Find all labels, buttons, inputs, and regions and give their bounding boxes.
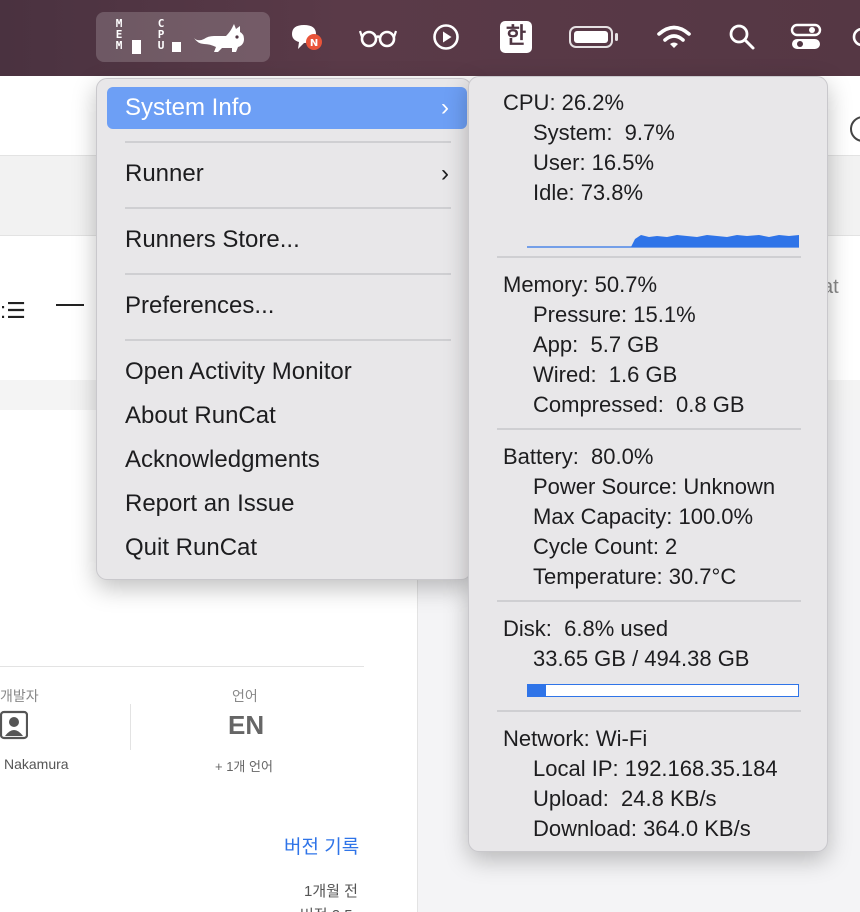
menu-item-quit-runcat[interactable]: Quit RunCat xyxy=(107,527,467,569)
language-value: EN xyxy=(228,710,265,740)
menu-separator xyxy=(125,141,451,143)
list-view-icon[interactable]: :☰ xyxy=(0,298,26,324)
version-history-link[interactable]: 버전 기록 xyxy=(284,832,359,859)
play-icon[interactable] xyxy=(424,12,468,62)
menu-item-system-info[interactable]: System Info › xyxy=(107,87,467,129)
system-info-submenu: CPU: 26.2% System: 9.7% User: 16.5% Idle… xyxy=(468,76,828,852)
menu-bar: MEM CPU N 한 xyxy=(0,0,860,76)
language-more: + 1개 언어 xyxy=(215,759,273,774)
menu-item-label: Report an Issue xyxy=(125,490,295,517)
cpu-title: CPU: 26.2% xyxy=(503,90,625,115)
mem-bar xyxy=(132,40,141,54)
control-center-icon[interactable] xyxy=(784,12,828,62)
cpu-idle: Idle: 73.8% xyxy=(533,180,644,205)
battery-temperature: Temperature: 30.7°C xyxy=(533,564,737,589)
battery-icon[interactable] xyxy=(566,12,622,62)
siri-icon-partial[interactable] xyxy=(846,12,860,62)
developer-icon xyxy=(0,710,28,740)
network-title: Network: Wi-Fi xyxy=(503,726,648,751)
runcat-status-item[interactable]: MEM CPU xyxy=(96,12,270,62)
battery-power-source: Power Source: Unknown xyxy=(533,474,776,499)
card-divider xyxy=(0,666,364,667)
korean-input-icon[interactable]: 한 xyxy=(496,12,536,62)
cpu-label-text: CPU xyxy=(157,17,165,52)
cpu-usage-graph xyxy=(527,235,799,248)
disk-usage-bar xyxy=(527,684,799,697)
battery-title: Battery: 80.0% xyxy=(503,444,654,469)
network-download: Download: 364.0 KB/s xyxy=(533,816,751,841)
menu-item-label: Acknowledgments xyxy=(125,446,320,473)
info-divider xyxy=(130,704,131,750)
menu-item-label: System Info xyxy=(125,94,252,121)
chevron-right-icon: › xyxy=(441,94,449,121)
developer-name[interactable]: Nakamura xyxy=(4,756,69,772)
network-local-ip: Local IP: 192.168.35.184 xyxy=(533,756,778,781)
input-source-label: 한 xyxy=(500,21,532,53)
runcat-menu: System Info › Runner › Runners Store... … xyxy=(96,78,472,580)
menu-item-label: Open Activity Monitor xyxy=(125,358,352,385)
svg-text:N: N xyxy=(310,38,318,49)
menu-item-preferences[interactable]: Preferences... xyxy=(107,285,467,327)
battery-cycle-count: Cycle Count: 2 xyxy=(533,534,678,559)
menu-item-label: Preferences... xyxy=(125,292,275,319)
cat-icon xyxy=(194,24,244,52)
minus-icon[interactable] xyxy=(56,304,84,306)
section-separator xyxy=(497,600,801,602)
menu-item-acknowledgments[interactable]: Acknowledgments xyxy=(107,439,467,481)
menu-item-label: Runners Store... xyxy=(125,226,300,253)
menu-item-open-activity-monitor[interactable]: Open Activity Monitor xyxy=(107,351,467,393)
truncated-version: 버전 2.5 xyxy=(300,904,353,912)
menu-item-label: About RunCat xyxy=(125,402,276,429)
menu-item-label: Runner xyxy=(125,160,204,187)
memory-wired: Wired: 1.6 GB xyxy=(533,362,678,387)
language-label: 언어 xyxy=(232,688,258,704)
cpu-bar xyxy=(172,42,181,52)
menu-item-report-issue[interactable]: Report an Issue xyxy=(107,483,467,525)
memory-pressure: Pressure: 15.1% xyxy=(533,302,696,327)
network-upload: Upload: 24.8 KB/s xyxy=(533,786,717,811)
cpu-label: CPU xyxy=(156,18,166,51)
cpu-system: System: 9.7% xyxy=(533,120,675,145)
disk-usage: 33.65 GB / 494.38 GB xyxy=(533,646,750,671)
wifi-icon[interactable] xyxy=(652,12,696,62)
disk-title: Disk: 6.8% used xyxy=(503,616,669,641)
memory-compressed: Compressed: 0.8 GB xyxy=(533,392,745,417)
menu-separator xyxy=(125,273,451,275)
disk-usage-fill xyxy=(528,685,547,696)
menu-item-about-runcat[interactable]: About RunCat xyxy=(107,395,467,437)
memory-title: Memory: 50.7% xyxy=(503,272,658,297)
section-separator xyxy=(497,710,801,712)
menu-item-runners-store[interactable]: Runners Store... xyxy=(107,219,467,261)
updated-ago: 1개월 전 xyxy=(304,883,358,900)
menu-separator xyxy=(125,339,451,341)
section-separator xyxy=(497,428,801,430)
cpu-user: User: 16.5% xyxy=(533,150,655,175)
memory-app: App: 5.7 GB xyxy=(533,332,659,357)
menu-item-label: Quit RunCat xyxy=(125,534,258,561)
mem-label-text: MEM xyxy=(115,17,123,52)
menu-item-runner[interactable]: Runner › xyxy=(107,153,467,195)
chevron-right-icon: › xyxy=(441,160,449,187)
mem-label: MEM xyxy=(114,18,124,51)
glasses-icon[interactable] xyxy=(356,12,400,62)
section-separator xyxy=(497,256,801,258)
battery-max-capacity: Max Capacity: 100.0% xyxy=(533,504,754,529)
search-icon[interactable] xyxy=(720,12,764,62)
menu-separator xyxy=(125,207,451,209)
developer-label: 개발자 xyxy=(0,688,39,704)
speech-bubble-icon[interactable]: N xyxy=(284,12,328,62)
